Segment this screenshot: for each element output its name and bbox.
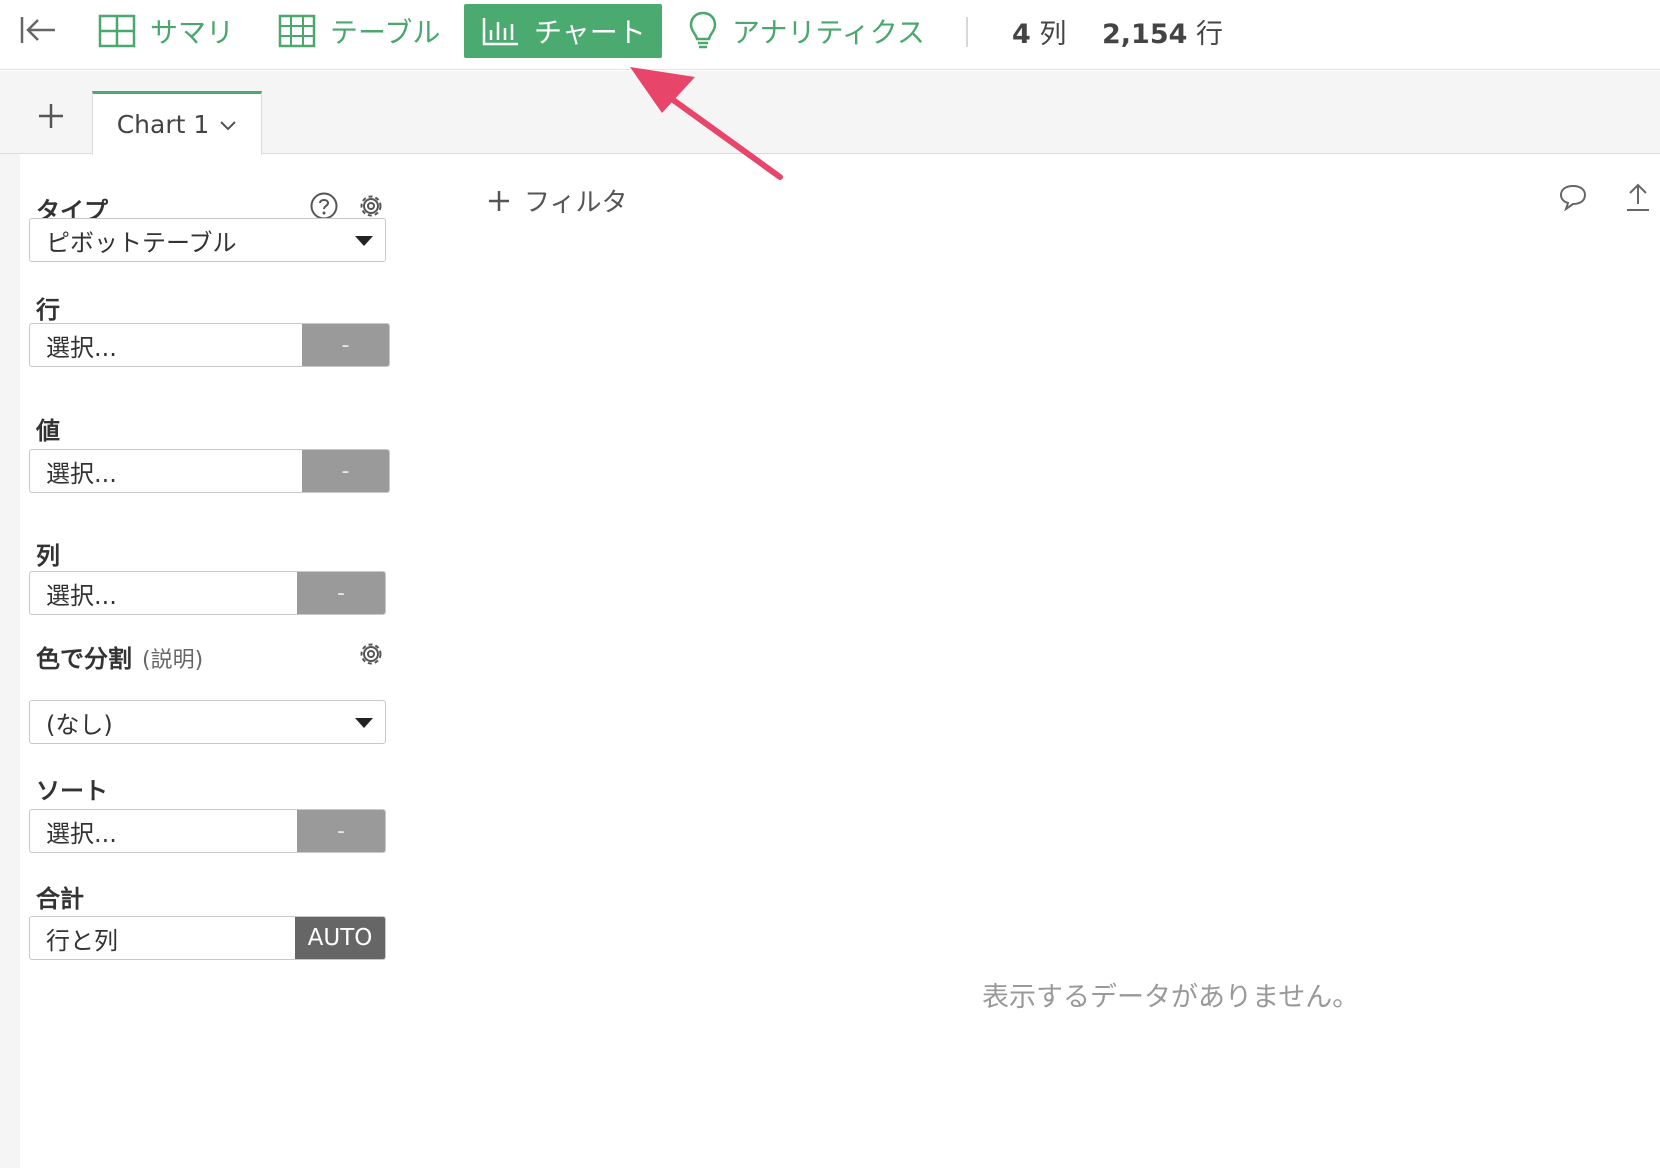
lightbulb-icon	[689, 11, 717, 49]
column-input[interactable]: 選択...	[30, 572, 297, 614]
color-split-title: 色で分割	[36, 645, 132, 673]
dropdown-caret-icon	[355, 236, 373, 246]
column-count: 4 列	[1012, 12, 1066, 51]
color-settings-gear-icon[interactable]	[356, 639, 386, 669]
sort-remove-button[interactable]: -	[297, 810, 385, 852]
color-split-select[interactable]: (なし)	[29, 700, 386, 744]
summary-grid-icon	[98, 14, 136, 48]
tab-table[interactable]: テーブル	[260, 4, 458, 58]
plus-icon	[489, 190, 509, 211]
plus-icon[interactable]	[36, 101, 66, 131]
bar-chart-icon	[482, 18, 518, 46]
empty-data-message: 表示するデータがありません。	[982, 982, 1360, 1013]
tab-table-label: テーブル	[330, 16, 441, 49]
column-label: 列	[36, 542, 60, 570]
row-input[interactable]: 選択...	[30, 324, 302, 366]
chart-tab-strip: Chart 1	[0, 71, 1660, 155]
value-input[interactable]: 選択...	[30, 450, 302, 492]
total-input[interactable]: 行と列	[30, 917, 295, 959]
color-split-label: 色で分割 (説明)	[36, 639, 203, 674]
tab-chart[interactable]: チャート	[464, 4, 662, 58]
tab-chart-label: チャート	[534, 16, 646, 49]
row-count-unit: 行	[1196, 19, 1223, 50]
color-split-help-link[interactable]: (説明)	[142, 648, 203, 673]
row-count-value: 2,154	[1102, 19, 1188, 50]
value-remove-button[interactable]: -	[302, 450, 389, 492]
total-field: 行と列 AUTO	[29, 916, 386, 960]
chart-type-select[interactable]: ピボットテーブル	[29, 218, 386, 262]
column-field: 選択... -	[29, 571, 386, 615]
row-label: 行	[36, 296, 60, 324]
top-toolbar: サマリ テーブル チャート アナリティクス 4 列 2,154 行	[0, 0, 1660, 70]
left-gutter	[0, 154, 20, 1168]
chevron-down-icon[interactable]	[219, 119, 237, 131]
chart-config-panel: タイプ ピボットテーブル 行 選択... - 値 選択... - 列 選択...…	[20, 155, 400, 1168]
row-remove-button[interactable]: -	[302, 324, 389, 366]
tab-chart-1[interactable]: Chart 1	[92, 91, 262, 155]
sort-input[interactable]: 選択...	[30, 810, 297, 852]
comment-icon[interactable]	[1558, 183, 1588, 211]
tab-analytics-label: アナリティクス	[732, 16, 925, 49]
column-count-value: 4	[1012, 19, 1031, 50]
total-auto-button[interactable]: AUTO	[295, 917, 385, 959]
dropdown-caret-icon	[355, 718, 373, 728]
total-label: 合計	[36, 885, 84, 913]
color-split-value: (なし)	[46, 710, 113, 739]
toolbar-divider	[966, 17, 968, 47]
column-count-unit: 列	[1039, 19, 1067, 50]
row-field: 選択... -	[29, 323, 390, 367]
sort-field: 選択... -	[29, 809, 386, 853]
help-icon[interactable]	[309, 191, 339, 221]
collapse-left-icon[interactable]	[18, 13, 58, 47]
row-count: 2,154 行	[1102, 12, 1223, 51]
table-icon	[278, 14, 316, 48]
sort-label: ソート	[36, 777, 108, 805]
tab-analytics[interactable]: アナリティクス	[670, 4, 943, 58]
tab-summary-label: サマリ	[150, 16, 235, 49]
export-icon[interactable]	[1624, 182, 1652, 212]
tab-summary[interactable]: サマリ	[80, 4, 252, 58]
gear-icon[interactable]	[356, 191, 386, 221]
column-remove-button[interactable]: -	[297, 572, 385, 614]
chart-tab-label: Chart 1	[116, 110, 210, 139]
annotation-arrow-icon	[630, 67, 783, 180]
value-label: 値	[36, 417, 60, 445]
chart-type-value: ピボットテーブル	[46, 228, 237, 257]
add-filter-button[interactable]: フィルタ	[488, 182, 627, 219]
value-field: 選択... -	[29, 449, 390, 493]
add-filter-label: フィルタ	[524, 188, 628, 218]
